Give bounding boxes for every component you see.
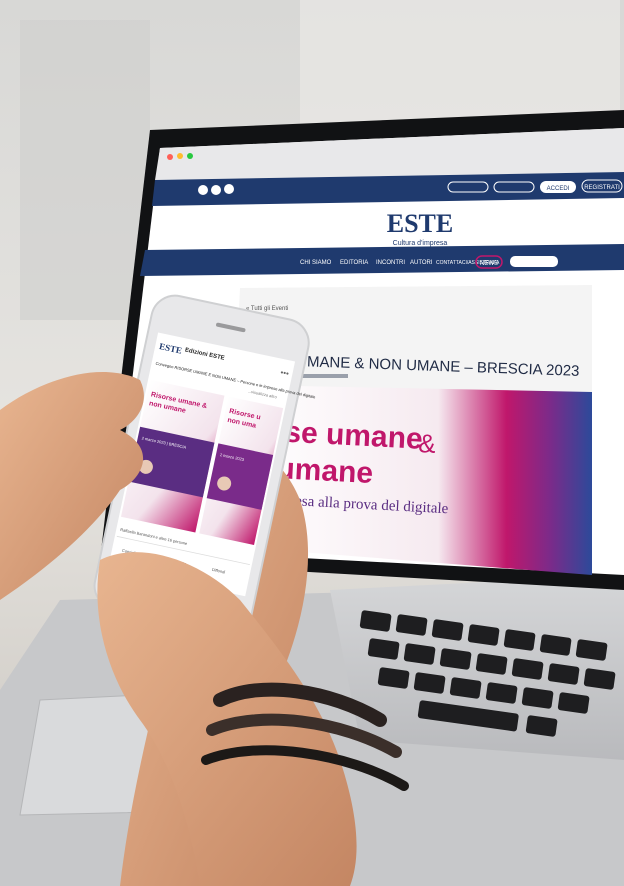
photo-scene: ACCEDI REGISTRATI ESTE Cultura d'impresa…	[0, 0, 624, 886]
phone-card-2-band	[206, 443, 274, 510]
scene-svg: ACCEDI REGISTRATI ESTE Cultura d'impresa…	[0, 0, 624, 886]
social-icon-1[interactable]	[198, 185, 208, 195]
social-icon-3[interactable]	[224, 184, 234, 194]
maximize-dot-icon[interactable]	[187, 153, 193, 159]
nav-item-incontri[interactable]: INCONTRI	[376, 260, 405, 266]
background-window	[20, 20, 150, 320]
register-button-label: REGISTRATI	[584, 185, 620, 191]
login-button-label: ACCEDI	[547, 186, 570, 192]
nav-item-autori[interactable]: AUTORI	[410, 260, 433, 266]
nav-search-input[interactable]	[510, 256, 558, 267]
nav-item-editoria[interactable]: EDITORIA	[340, 260, 368, 266]
social-icon-2[interactable]	[211, 185, 221, 195]
event-date-line	[298, 374, 348, 378]
minimize-dot-icon[interactable]	[177, 153, 183, 159]
close-dot-icon[interactable]	[167, 154, 173, 160]
nav-news-label: NEWS	[480, 261, 498, 267]
site-tagline: Cultura d'impresa	[393, 240, 448, 247]
site-logo[interactable]: ESTE	[387, 209, 454, 238]
banner-headline-amp: &	[418, 428, 437, 459]
nav-item-chi-siamo[interactable]: CHI SIAMO	[300, 260, 332, 266]
